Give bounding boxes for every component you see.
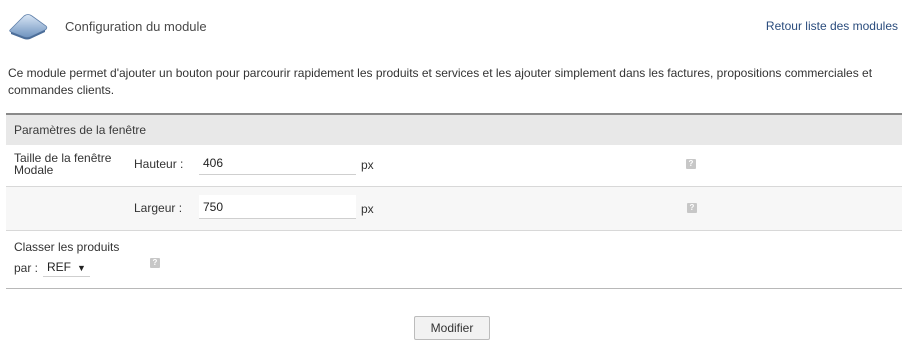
chevron-down-icon: ▼ — [77, 263, 86, 273]
width-unit: px — [361, 202, 374, 216]
help-icon[interactable]: ? — [686, 159, 696, 169]
width-input[interactable] — [199, 195, 356, 219]
panel-header: Paramètres de la fenêtre — [6, 113, 902, 145]
height-label: Hauteur : — [134, 157, 184, 171]
modal-height-row: Taille de la fenêtre Modale Hauteur : px… — [6, 145, 902, 187]
settings-panel: Paramètres de la fenêtre Taille de la fe… — [6, 113, 902, 289]
module-description: Ce module permet d'ajouter un bouton pou… — [8, 66, 873, 97]
help-icon[interactable]: ? — [687, 203, 697, 213]
sort-products-row: Classer les produits par : REF ▼ ? — [6, 231, 902, 289]
height-unit: px — [361, 158, 374, 172]
sort-products-label: Classer les produits — [14, 240, 120, 254]
sort-by-select[interactable]: REF ▼ — [43, 257, 90, 277]
height-input[interactable] — [199, 151, 356, 175]
modify-button[interactable]: Modifier — [414, 316, 490, 340]
help-icon[interactable]: ? — [150, 258, 160, 268]
modal-width-row: Largeur : px ? — [6, 187, 902, 231]
sort-by-selected-value: REF — [47, 260, 71, 274]
page-header: Configuration du module Retour liste des… — [8, 8, 898, 44]
page-title: Configuration du module — [65, 19, 207, 34]
modal-size-label: Taille de la fenêtre Modale — [14, 151, 112, 177]
sort-by-label: par : — [14, 261, 39, 275]
back-to-modules-link[interactable]: Retour liste des modules — [766, 19, 898, 33]
module-cloud-icon — [9, 14, 48, 40]
width-label: Largeur : — [134, 201, 183, 215]
